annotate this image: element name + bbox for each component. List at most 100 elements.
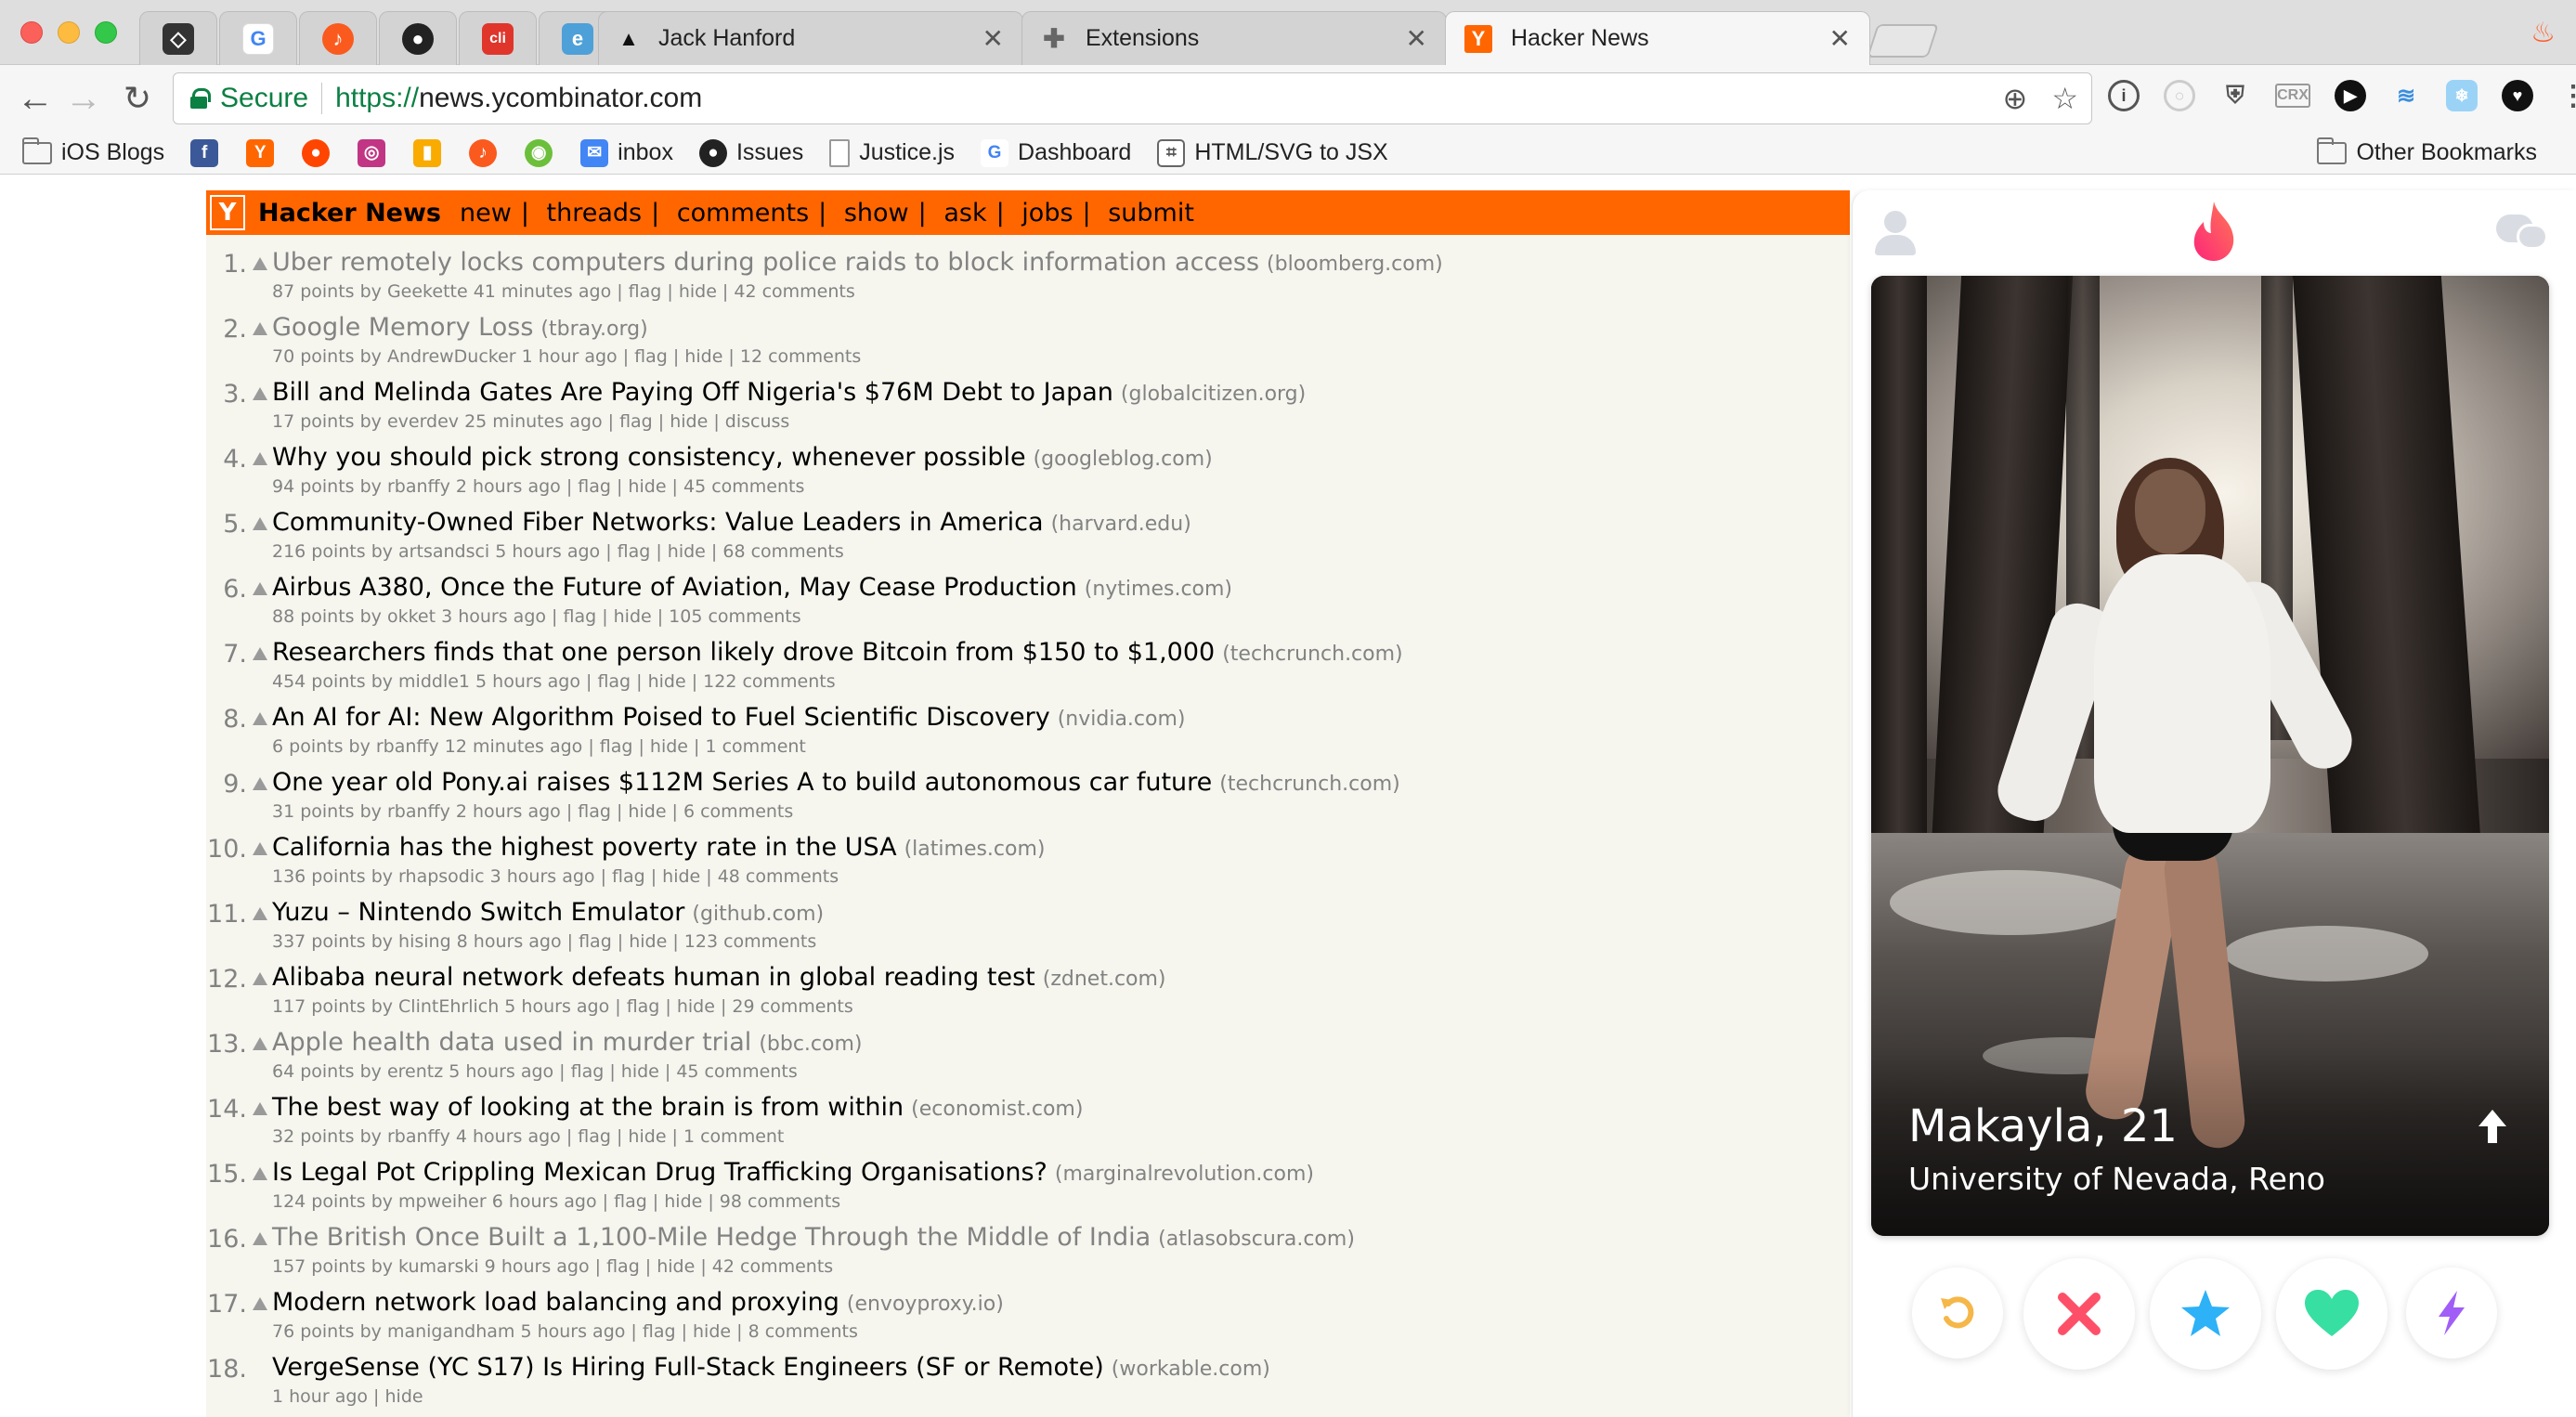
story-title-link[interactable]: Bill and Melinda Gates Are Paying Off Ni… bbox=[272, 378, 1113, 407]
bookmark-justice-js[interactable]: Justice.js bbox=[829, 138, 955, 167]
story-subtext[interactable]: 1 hour ago | hide bbox=[272, 1386, 423, 1407]
story-title-link[interactable]: Apple health data used in murder trial bbox=[272, 1028, 751, 1057]
snowflake-extension-icon[interactable]: ❄ bbox=[2446, 80, 2478, 111]
story-site[interactable]: (harvard.edu) bbox=[1051, 513, 1191, 536]
address-bar[interactable]: Secure https:// news.ycombinator.com ⊕ ☆ bbox=[173, 72, 2092, 124]
upvote-arrow-icon[interactable] bbox=[253, 1297, 267, 1310]
pocket-extension-icon[interactable]: ♥ bbox=[2502, 80, 2533, 111]
story-subtext[interactable]: 32 points by rbanffy 4 hours ago | flag … bbox=[272, 1126, 784, 1147]
like-button[interactable] bbox=[2276, 1258, 2387, 1370]
story-title-link[interactable]: An AI for AI: New Algorithm Poised to Fu… bbox=[272, 703, 1050, 732]
profile-card[interactable]: Makayla, 21 University of Nevada, Reno bbox=[1871, 276, 2549, 1236]
story-title-link[interactable]: Researchers finds that one person likely… bbox=[272, 638, 1215, 667]
bookmark-issues[interactable]: ● Issues bbox=[698, 138, 803, 167]
story-title-link[interactable]: Yuzu – Nintendo Switch Emulator bbox=[272, 898, 684, 927]
story-subtext[interactable]: 70 points by AndrewDucker 1 hour ago | f… bbox=[272, 346, 861, 367]
hn-site-title[interactable]: Hacker News bbox=[258, 199, 441, 228]
nav-submit[interactable]: submit bbox=[1108, 199, 1194, 228]
story-site[interactable]: (nytimes.com) bbox=[1085, 578, 1232, 601]
ublock-shield-icon[interactable]: ⛨ bbox=[2219, 80, 2251, 111]
story-site[interactable]: (bloomberg.com) bbox=[1267, 253, 1443, 276]
upvote-arrow-icon[interactable] bbox=[253, 517, 267, 530]
bookmark-inbox[interactable]: ✉ inbox bbox=[580, 138, 673, 167]
story-title-link[interactable]: The British Once Built a 1,100-Mile Hedg… bbox=[272, 1223, 1151, 1252]
forward-button[interactable]: → bbox=[63, 78, 104, 119]
pinned-tab-google[interactable]: G bbox=[219, 11, 297, 65]
tinder-flame-icon[interactable] bbox=[2183, 198, 2244, 263]
upvote-arrow-icon[interactable] bbox=[253, 322, 267, 335]
disabled-extension-icon[interactable]: ○ bbox=[2164, 80, 2195, 111]
story-site[interactable]: (zdnet.com) bbox=[1043, 968, 1166, 991]
story-site[interactable]: (techcrunch.com) bbox=[1219, 773, 1399, 796]
bookmark-ios-blogs[interactable]: iOS Blogs bbox=[22, 136, 164, 166]
upvote-arrow-icon[interactable] bbox=[253, 1232, 267, 1245]
story-title-link[interactable]: The best way of looking at the brain is … bbox=[272, 1093, 904, 1122]
story-title-link[interactable]: Google Memory Loss bbox=[272, 313, 533, 342]
crx-icon[interactable]: CRX bbox=[2275, 84, 2310, 108]
story-site[interactable]: (github.com) bbox=[692, 903, 824, 926]
upvote-arrow-icon[interactable] bbox=[253, 712, 267, 725]
story-subtext[interactable]: 88 points by okket 3 hours ago | flag | … bbox=[272, 606, 801, 627]
tab-jack-hanford[interactable]: ▲ Jack Hanford ✕ bbox=[598, 11, 1023, 65]
profile-icon[interactable] bbox=[1875, 211, 1916, 257]
nav-jobs[interactable]: jobs bbox=[1021, 199, 1073, 228]
story-site[interactable]: (atlasobscura.com) bbox=[1158, 1228, 1355, 1251]
pinned-tab-github[interactable]: ● bbox=[379, 11, 457, 65]
upvote-arrow-icon[interactable] bbox=[253, 907, 267, 920]
upvote-arrow-icon[interactable] bbox=[253, 1037, 267, 1050]
story-site[interactable]: (tbray.org) bbox=[540, 318, 647, 341]
story-site[interactable]: (googleblog.com) bbox=[1034, 448, 1213, 471]
location-target-icon[interactable]: ⊕ bbox=[2003, 81, 2028, 116]
story-site[interactable]: (workable.com) bbox=[1112, 1358, 1270, 1381]
close-tab-icon[interactable]: ✕ bbox=[1829, 23, 1851, 54]
story-title-link[interactable]: Community-Owned Fiber Networks: Value Le… bbox=[272, 508, 1044, 537]
story-site[interactable]: (envoyproxy.io) bbox=[847, 1293, 1004, 1316]
bookmark-star-icon[interactable]: ☆ bbox=[2051, 81, 2078, 116]
super-like-button[interactable] bbox=[2150, 1258, 2261, 1370]
story-subtext[interactable]: 454 points by middle1 5 hours ago | flag… bbox=[272, 671, 836, 692]
upvote-arrow-icon[interactable] bbox=[253, 842, 267, 855]
upvote-arrow-icon[interactable] bbox=[253, 1102, 267, 1115]
story-subtext[interactable]: 64 points by erentz 5 hours ago | flag |… bbox=[272, 1061, 798, 1082]
story-site[interactable]: (bbc.com) bbox=[759, 1033, 862, 1056]
story-title-link[interactable]: One year old Pony.ai raises $112M Series… bbox=[272, 768, 1212, 797]
story-site[interactable]: (nvidia.com) bbox=[1058, 708, 1186, 731]
info-arrow-up-icon[interactable] bbox=[2477, 1108, 2508, 1145]
story-subtext[interactable]: 94 points by rbanffy 2 hours ago | flag … bbox=[272, 476, 804, 497]
story-subtext[interactable]: 157 points by kumarski 9 hours ago | fla… bbox=[272, 1256, 833, 1277]
minimize-window-button[interactable] bbox=[58, 21, 80, 44]
bookmark-reddit[interactable]: ● bbox=[302, 138, 339, 167]
story-site[interactable]: (economist.com) bbox=[911, 1098, 1083, 1121]
story-subtext[interactable]: 6 points by rbanffy 12 minutes ago | fla… bbox=[272, 736, 806, 757]
story-title-link[interactable]: Alibaba neural network defeats human in … bbox=[272, 963, 1035, 992]
bookmark-green-circle[interactable]: ◉ bbox=[525, 138, 562, 167]
upvote-arrow-icon[interactable] bbox=[253, 777, 267, 790]
story-title-link[interactable]: California has the highest poverty rate … bbox=[272, 833, 897, 862]
story-site[interactable]: (marginalrevolution.com) bbox=[1055, 1163, 1314, 1186]
story-subtext[interactable]: 87 points by Geekette 41 minutes ago | f… bbox=[272, 281, 855, 302]
nav-threads[interactable]: threads bbox=[547, 199, 643, 228]
nav-comments[interactable]: comments bbox=[677, 199, 809, 228]
bookmark-dashboard[interactable]: G Dashboard bbox=[981, 138, 1131, 167]
story-title-link[interactable]: Airbus A380, Once the Future of Aviation… bbox=[272, 573, 1077, 602]
story-subtext[interactable]: 117 points by ClintEhrlich 5 hours ago |… bbox=[272, 996, 853, 1017]
bookmark-other-bookmarks[interactable]: Other Bookmarks bbox=[2317, 136, 2537, 166]
info-extension-icon[interactable]: i bbox=[2108, 80, 2140, 111]
upvote-arrow-icon[interactable] bbox=[253, 452, 267, 465]
story-title-link[interactable]: Why you should pick strong consistency, … bbox=[272, 443, 1026, 472]
pinned-tab-music[interactable]: ♪ bbox=[299, 11, 377, 65]
story-title-link[interactable]: Uber remotely locks computers during pol… bbox=[272, 248, 1259, 277]
story-site[interactable]: (techcrunch.com) bbox=[1222, 643, 1402, 666]
story-subtext[interactable]: 31 points by rbanffy 2 hours ago | flag … bbox=[272, 801, 793, 822]
back-button[interactable]: ← bbox=[15, 78, 56, 119]
hn-logo[interactable]: Y bbox=[210, 195, 245, 230]
story-subtext[interactable]: 136 points by rhapsodic 3 hours ago | fl… bbox=[272, 866, 839, 887]
bookmark-html-svg-jsx[interactable]: ⌗ HTML/SVG to JSX bbox=[1157, 138, 1388, 167]
story-subtext[interactable]: 124 points by mpweiher 6 hours ago | fla… bbox=[272, 1191, 840, 1212]
fullscreen-window-button[interactable] bbox=[95, 21, 117, 44]
story-subtext[interactable]: 76 points by manigandham 5 hours ago | f… bbox=[272, 1321, 858, 1342]
story-subtext[interactable]: 337 points by hising 8 hours ago | flag … bbox=[272, 931, 816, 952]
nav-ask[interactable]: ask bbox=[943, 199, 986, 228]
bookmark-facebook[interactable]: f bbox=[190, 138, 228, 167]
story-title-link[interactable]: Is Legal Pot Crippling Mexican Drug Traf… bbox=[272, 1158, 1047, 1187]
